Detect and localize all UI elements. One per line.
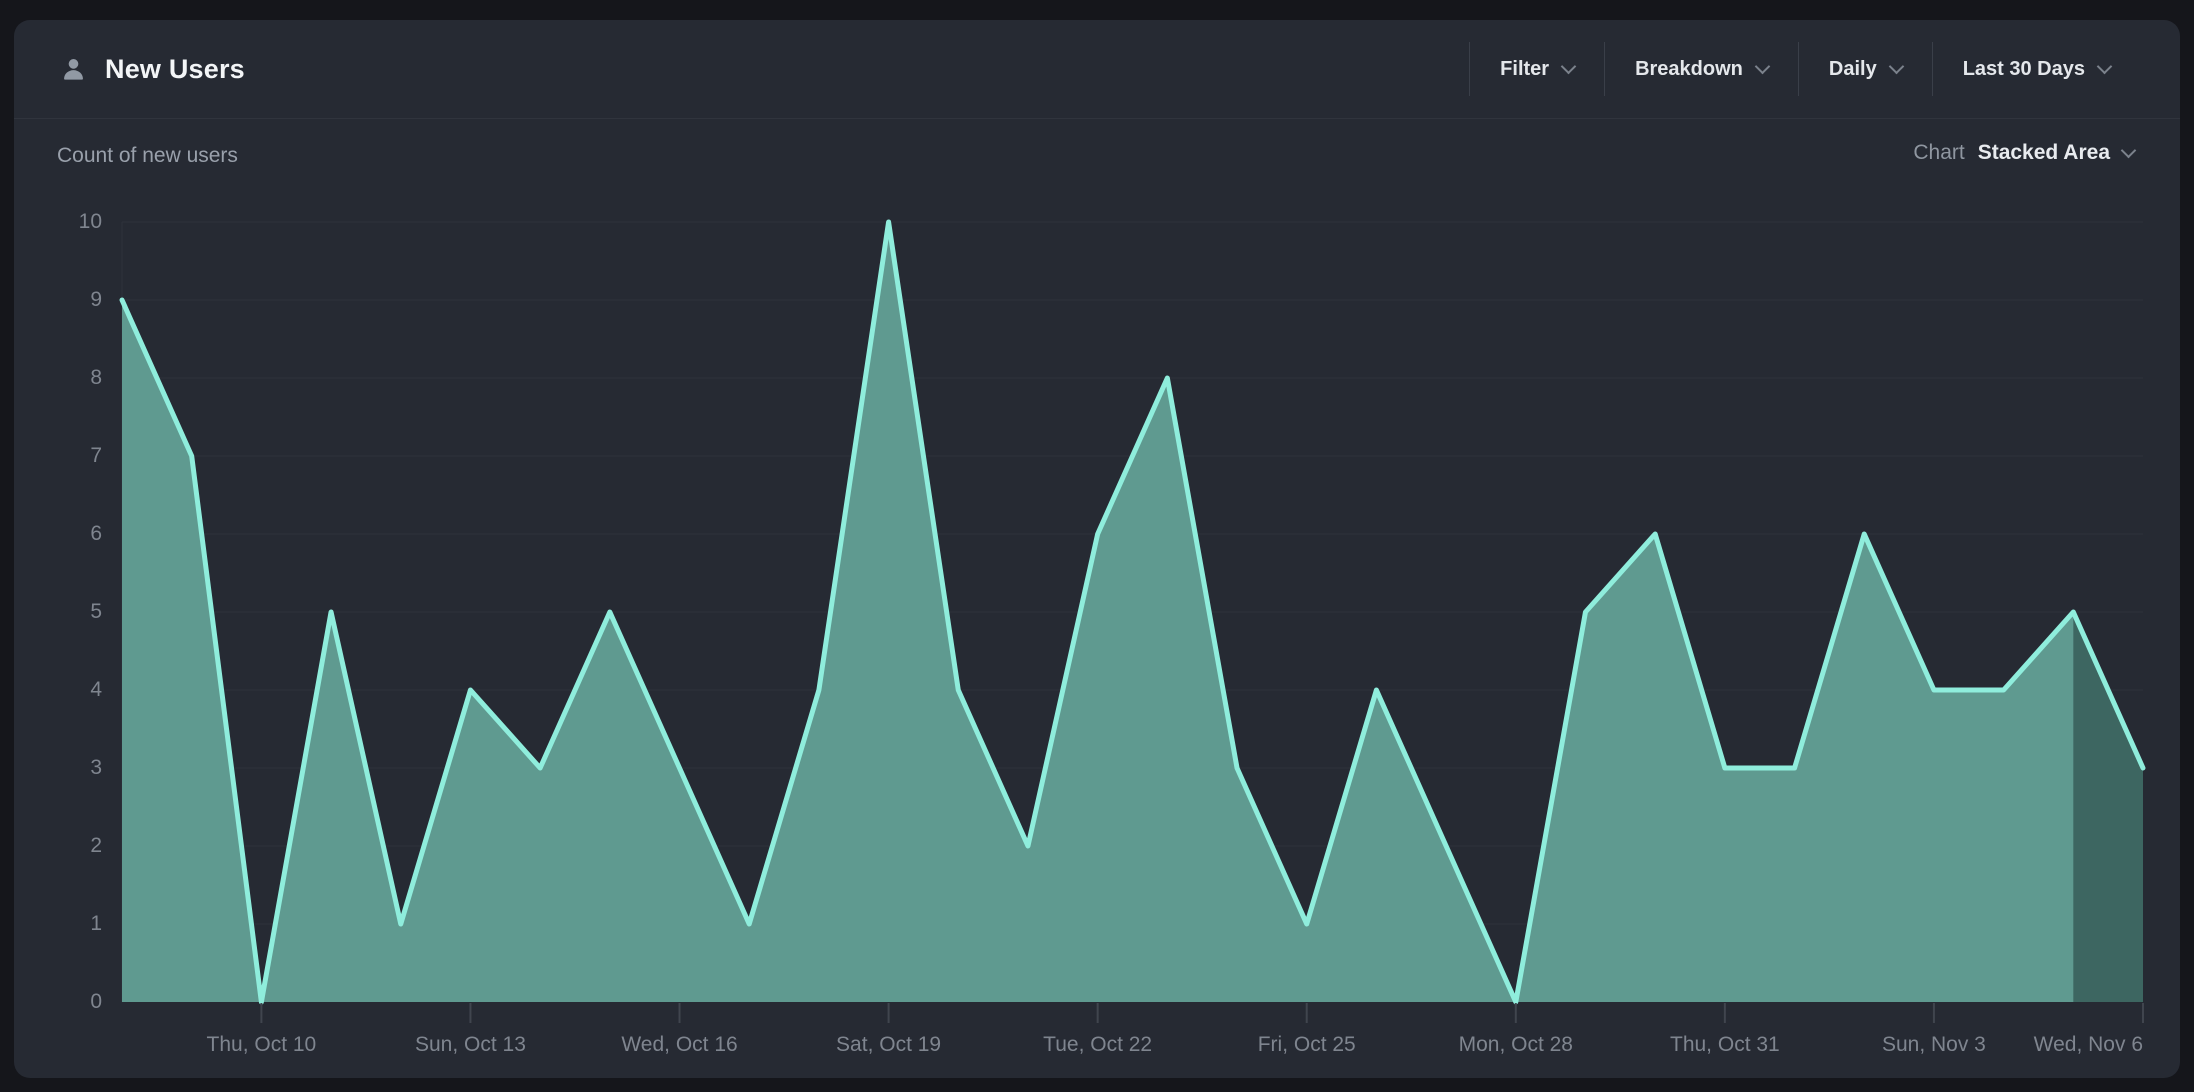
new-users-widget: New Users Filter Breakdown Daily Last 30… (14, 20, 2180, 1078)
area-fill-incomplete (2073, 612, 2143, 1002)
new-users-area-chart[interactable] (14, 20, 2180, 1078)
